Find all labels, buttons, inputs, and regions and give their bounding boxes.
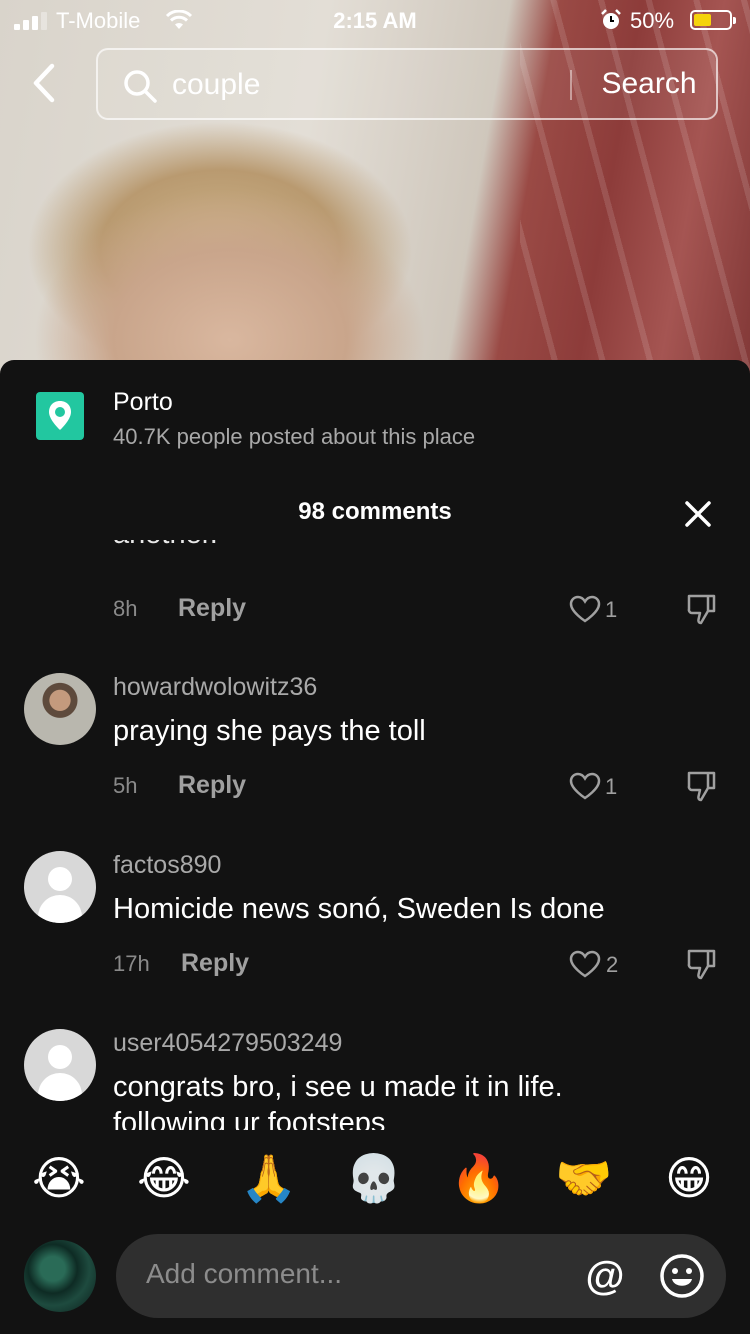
- comment-text: another.¨: [113, 540, 227, 551]
- search-divider: [570, 70, 572, 100]
- avatar[interactable]: [24, 673, 96, 745]
- battery-level: [694, 14, 711, 26]
- emoji-skull-button[interactable]: 💀: [344, 1148, 404, 1208]
- heart-icon[interactable]: [568, 771, 602, 801]
- status-bar: T-Mobile 2:15 AM 50%: [0, 0, 750, 40]
- emoji-picker-icon[interactable]: [658, 1252, 706, 1300]
- comments-count-title: 98 comments: [298, 498, 452, 525]
- comment-username[interactable]: user4054279503249: [113, 1029, 342, 1058]
- heart-icon[interactable]: [568, 594, 602, 624]
- comment-text: Homicide news sonó, Sweden Is done: [113, 893, 605, 925]
- comment-input-placeholder: Add comment...: [146, 1258, 343, 1289]
- avatar[interactable]: [24, 851, 96, 923]
- search-icon: [124, 70, 157, 103]
- reply-button[interactable]: Reply: [181, 949, 249, 978]
- comments-list[interactable]: another.¨ 8h Reply 1 howardwolowitz36 pr…: [0, 540, 750, 1130]
- mention-button[interactable]: @: [582, 1254, 628, 1300]
- emoji-folded-hands-button[interactable]: 🙏: [239, 1148, 299, 1208]
- dislike-icon[interactable]: [684, 769, 718, 803]
- current-user-avatar: [24, 1240, 96, 1312]
- comment-text: praying she pays the toll: [113, 715, 426, 747]
- location-pin-icon: [36, 392, 84, 440]
- comment-item[interactable]: user4054279503249 congrats bro, i see u …: [0, 1029, 750, 1130]
- emoji-grinning-button[interactable]: 😁: [659, 1148, 719, 1208]
- like-count: 2: [606, 952, 619, 977]
- dislike-icon[interactable]: [684, 592, 718, 626]
- place-banner[interactable]: Porto 40.7K people posted about this pla…: [0, 380, 750, 460]
- avatar[interactable]: [24, 1029, 96, 1101]
- back-button[interactable]: [22, 60, 68, 106]
- like-count: 1: [605, 774, 618, 799]
- heart-icon[interactable]: [568, 949, 602, 979]
- comment-item[interactable]: factos890 Homicide news sonó, Sweden Is …: [0, 851, 750, 1021]
- search-bar[interactable]: couple Search: [96, 48, 718, 120]
- comment-username[interactable]: factos890: [113, 851, 221, 880]
- emoji-handshake-button[interactable]: 🤝: [554, 1148, 614, 1208]
- reply-button[interactable]: Reply: [178, 594, 246, 623]
- comment-username[interactable]: howardwolowitz36: [113, 673, 317, 702]
- like-count: 1: [605, 597, 618, 622]
- emoji-fire-button[interactable]: 🔥: [449, 1148, 509, 1208]
- reply-button[interactable]: Reply: [178, 771, 246, 800]
- emoji-loudly-crying-button[interactable]: 😭: [29, 1148, 89, 1208]
- comment-text-overflow: following ur footsteps: [113, 1107, 386, 1130]
- quick-emoji-row: 😭 😂 🙏 💀 🔥 🤝 😁: [0, 1148, 750, 1214]
- place-post-count: 40.7K people posted about this place: [113, 424, 476, 449]
- emoji-tears-of-joy-button[interactable]: 😂: [134, 1148, 194, 1208]
- comment-age: 5h: [113, 773, 138, 798]
- comment-age: 8h: [113, 596, 138, 621]
- search-button[interactable]: Search: [582, 50, 716, 118]
- comment-text: congrats bro, i see u made it in life.: [113, 1071, 563, 1103]
- comment-age: 17h: [113, 951, 150, 976]
- alarm-icon: [601, 9, 621, 29]
- search-input[interactable]: couple: [172, 68, 260, 102]
- close-button[interactable]: [678, 494, 718, 534]
- place-name: Porto: [113, 388, 173, 416]
- dislike-icon[interactable]: [684, 947, 718, 981]
- comment-input[interactable]: Add comment... @: [116, 1234, 726, 1318]
- battery-icon: [690, 10, 736, 30]
- battery-percent: 50%: [630, 8, 675, 33]
- comment-item[interactable]: howardwolowitz36 praying she pays the to…: [0, 673, 750, 843]
